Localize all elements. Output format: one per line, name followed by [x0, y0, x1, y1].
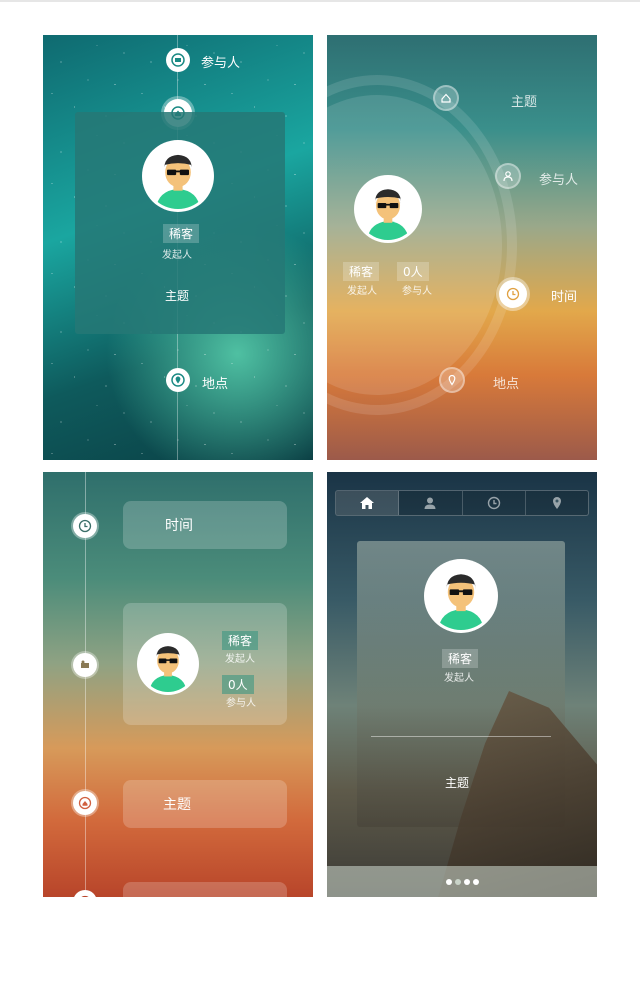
time-node[interactable] — [73, 514, 97, 538]
avatar[interactable] — [142, 140, 214, 212]
location-node[interactable] — [439, 367, 465, 393]
initiator-name: 稀客 — [343, 262, 380, 281]
tab-home[interactable] — [336, 491, 400, 515]
location-pin-icon — [552, 497, 561, 509]
initiator-role: 发起人 — [225, 654, 255, 665]
topic-label: 主题 — [163, 797, 191, 813]
initiator-name: 稀客 — [442, 649, 479, 668]
avatar[interactable] — [354, 175, 422, 243]
event-detail-card[interactable]: 稀客 发起人 0人 参与人 — [123, 603, 287, 725]
user-avatar-image — [357, 178, 419, 240]
page-dot-2[interactable] — [454, 879, 461, 885]
avatar[interactable] — [137, 633, 199, 695]
user-icon — [503, 171, 513, 182]
user-avatar-image — [145, 143, 211, 209]
participants-icon — [171, 53, 185, 67]
user-avatar-image — [427, 562, 495, 630]
location-node[interactable] — [166, 368, 190, 392]
initiator-name: 稀客 — [222, 631, 259, 650]
topic-node[interactable] — [73, 791, 97, 815]
participant-count: 0人 — [222, 675, 254, 694]
clock-icon — [78, 519, 92, 533]
user-avatar-image — [140, 636, 196, 692]
participants-node[interactable] — [166, 48, 190, 72]
screen-1-teal-galaxy: 参与人 稀客 发起人 主题 地点 — [43, 35, 313, 460]
initiator-role: 发起人 — [347, 286, 377, 297]
location-pin-icon — [448, 374, 456, 386]
tab-time[interactable] — [463, 491, 526, 515]
page-dot-4[interactable] — [472, 879, 479, 885]
location-label: 地点 — [493, 377, 520, 392]
screen-2-sunset-radial: 主题 参与人 时间 地点 稀客 发起人 0人 参与人 — [327, 35, 597, 460]
location-card[interactable] — [123, 882, 287, 897]
initiator-role: 发起人 — [444, 673, 474, 684]
screen-4-tabbed-card: 稀客 发起人 主题 — [327, 472, 597, 897]
page-dot-1[interactable] — [445, 879, 452, 885]
initiator-name: 稀客 — [163, 224, 200, 243]
initiator-role: 发起人 — [162, 250, 192, 261]
page-dot-3[interactable] — [463, 879, 470, 885]
home-icon — [78, 796, 92, 810]
user-icon — [424, 497, 436, 509]
participant-count: 0人 — [397, 262, 429, 281]
event-card[interactable]: 稀客 发起人 主题 — [75, 112, 285, 334]
tab-participants[interactable] — [399, 491, 463, 515]
clock-icon — [487, 496, 500, 510]
avatar[interactable] — [424, 559, 498, 633]
screen-3-vertical-timeline: 时间 稀客 发起人 0人 参与人 主题 — [43, 472, 313, 897]
page-indicator — [327, 879, 597, 885]
topic-node[interactable] — [433, 85, 459, 111]
topic-label: 主题 — [511, 95, 538, 110]
participants-label: 参与人 — [539, 173, 579, 188]
time-node[interactable] — [499, 280, 527, 308]
top-divider — [0, 0, 640, 2]
time-label: 时间 — [165, 518, 193, 534]
participant-count-label: 参与人 — [226, 698, 256, 709]
topic-card[interactable]: 主题 — [123, 780, 287, 828]
location-label: 地点 — [202, 377, 229, 392]
location-pin-icon — [171, 373, 185, 387]
participants-label: 参与人 — [201, 56, 241, 71]
topic-text: 主题 — [165, 289, 190, 303]
clock-icon — [506, 287, 520, 301]
card-divider — [371, 736, 551, 737]
participant-count-label: 参与人 — [402, 286, 432, 297]
topic-text: 主题 — [445, 776, 470, 790]
tab-location[interactable] — [526, 491, 588, 515]
home-icon — [360, 497, 375, 509]
home-icon — [441, 93, 451, 103]
time-label: 时间 — [551, 290, 578, 305]
location-pin-icon — [81, 895, 89, 897]
location-node[interactable] — [73, 890, 97, 897]
participants-node[interactable] — [73, 653, 97, 677]
participants-icon — [81, 660, 89, 668]
tab-bar — [335, 490, 589, 516]
time-card[interactable]: 时间 — [123, 501, 287, 549]
participants-node[interactable] — [495, 163, 521, 189]
